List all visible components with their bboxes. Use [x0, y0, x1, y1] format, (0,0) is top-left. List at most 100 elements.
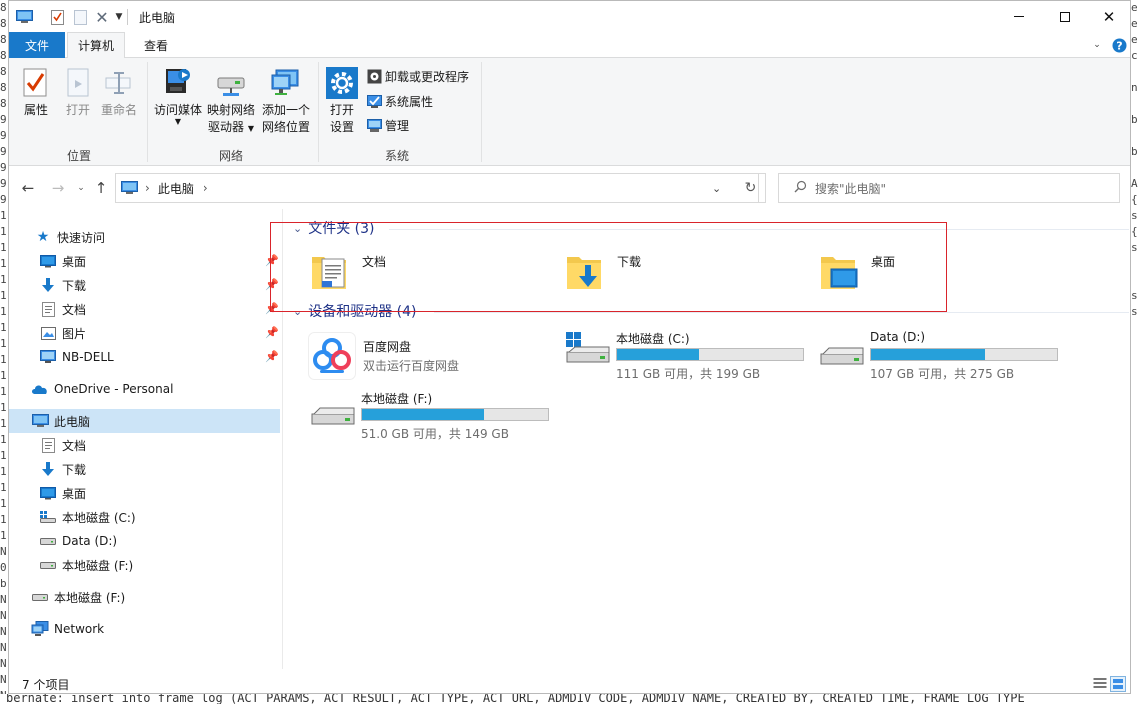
nav-quick-access[interactable]: ★ 快速访问: [34, 225, 105, 249]
add-network-location-button[interactable]: 添加一个 网络位置: [259, 66, 313, 136]
drive-tile[interactable]: Data (D:) 107 GB 可用，共 275 GB: [819, 330, 1069, 384]
recent-locations-button[interactable]: ⌄: [72, 179, 90, 197]
nav-external-drive[interactable]: 本地磁盘 (F:): [31, 585, 125, 609]
bg-char: N: [0, 641, 7, 654]
help-icon[interactable]: ?: [1111, 37, 1127, 53]
new-folder-icon[interactable]: [72, 8, 88, 26]
nav-label: 图片: [62, 326, 87, 341]
folder-downloads[interactable]: 下载: [565, 249, 641, 291]
pin-icon[interactable]: 📌: [265, 326, 279, 339]
nav-label: 本地磁盘 (F:): [62, 558, 134, 573]
breadcrumb-this-pc[interactable]: 此电脑: [158, 180, 194, 197]
computer-icon: [31, 413, 49, 429]
folders-section-header[interactable]: ⌄ 文件夹 (3): [293, 218, 375, 238]
nav-item-pc-1[interactable]: 下载: [39, 457, 86, 481]
background-terminal-bottom: bernate: insert into frame_log (ACT_PARA…: [0, 694, 1139, 704]
collapse-ribbon-icon[interactable]: ⌄: [1089, 37, 1105, 53]
nav-label: NB-DELL: [62, 350, 114, 364]
bg-char: N: [0, 545, 7, 558]
bg-char: N: [0, 657, 7, 670]
properties-label: 属性: [23, 103, 48, 117]
group-separator: [147, 62, 148, 162]
nav-network[interactable]: Network: [31, 617, 104, 641]
nav-item-pc-0[interactable]: 文档: [39, 433, 86, 457]
refresh-button[interactable]: ↻: [736, 173, 766, 203]
system-properties-button[interactable]: 系统属性: [366, 91, 433, 111]
drive-usage-bar: [616, 348, 804, 361]
details-view-button[interactable]: [1092, 676, 1108, 692]
address-bar[interactable]: › 此电脑 › ⌄: [115, 173, 759, 203]
bg-char: A: [1131, 177, 1138, 190]
uninstall-programs-button[interactable]: 卸载或更改程序: [366, 66, 469, 86]
bg-char: 1: [0, 497, 7, 510]
nav-onedrive[interactable]: OneDrive - Personal: [31, 377, 173, 401]
drive-icon: [39, 533, 57, 549]
nav-item-pc-2[interactable]: 桌面: [39, 481, 86, 505]
forward-button[interactable]: →: [49, 179, 67, 197]
properties-button[interactable]: 属性: [19, 66, 53, 119]
nav-item-quick-4[interactable]: NB-DELL: [39, 345, 114, 369]
nav-item-quick-3[interactable]: 图片: [39, 321, 86, 345]
customize-chevron-icon[interactable]: ▼: [114, 8, 124, 26]
file-explorer-window: ✕ ▼ 此电脑 ✕ 文件 计算机 查看 ⌄ ? 属性 打开 重命名 位置 访问媒…: [8, 0, 1131, 694]
tiles-view-button[interactable]: [1110, 676, 1126, 692]
group-system-label: 系统: [384, 149, 409, 163]
manage-button[interactable]: 管理: [366, 115, 409, 135]
pin-icon[interactable]: 📌: [265, 254, 279, 267]
pin-icon[interactable]: 📌: [265, 302, 279, 315]
svg-text:?: ?: [1116, 39, 1122, 52]
nav-item-pc-3[interactable]: 本地磁盘 (C:): [39, 505, 136, 529]
tab-computer[interactable]: 计算机: [67, 32, 125, 59]
nav-item-quick-2[interactable]: 文档: [39, 297, 86, 321]
app-baidu-netdisk[interactable]: 百度网盘 双击运行百度网盘: [308, 330, 538, 382]
nav-label: Data (D:): [62, 534, 118, 548]
back-button[interactable]: ←: [19, 179, 37, 197]
nav-item-quick-0[interactable]: 桌面: [39, 249, 86, 273]
maximize-button[interactable]: [1042, 1, 1088, 32]
delete-icon[interactable]: ✕: [94, 8, 110, 27]
computer-icon[interactable]: [15, 8, 33, 26]
nav-this-pc[interactable]: 此电脑: [9, 409, 280, 433]
devices-section-header[interactable]: ⌄ 设备和驱动器 (4): [293, 301, 417, 321]
downloads-folder-icon: [565, 249, 605, 291]
nav-item-quick-1[interactable]: 下载: [39, 273, 86, 297]
drive-usage-bar: [361, 408, 549, 421]
bg-char: 1: [0, 209, 7, 222]
close-button[interactable]: ✕: [1086, 1, 1130, 32]
pin-icon[interactable]: 📌: [265, 350, 279, 363]
background-terminal-left: 8888888999999111111111111111111111N0bNNN…: [0, 0, 8, 704]
search-box[interactable]: 搜索"此电脑": [778, 173, 1120, 203]
map-network-drive-button[interactable]: 映射网络 驱动器 ▼: [205, 66, 257, 137]
folder-documents[interactable]: 文档: [310, 249, 386, 291]
minimize-button[interactable]: [996, 1, 1042, 32]
up-button[interactable]: ↑: [92, 179, 110, 197]
search-placeholder: 搜索"此电脑": [815, 181, 887, 196]
windows-drive-icon: [565, 330, 611, 369]
access-media-button[interactable]: 访问媒体 ▼: [153, 66, 203, 126]
pin-icon[interactable]: 📌: [265, 278, 279, 291]
open-settings-button[interactable]: 打开 设置: [325, 66, 359, 136]
drive-tile[interactable]: 本地磁盘 (C:) 111 GB 可用，共 199 GB: [565, 330, 815, 384]
open-button[interactable]: 打开: [61, 66, 95, 119]
nav-item-pc-4[interactable]: Data (D:): [39, 529, 117, 553]
rename-button[interactable]: 重命名: [99, 66, 139, 119]
address-dropdown-icon[interactable]: ⌄: [712, 182, 721, 195]
nav-item-pc-5[interactable]: 本地磁盘 (F:): [39, 553, 133, 577]
bg-char: 1: [0, 481, 7, 494]
manage-label: 管理: [385, 118, 410, 133]
open-icon: [62, 66, 94, 100]
uninstall-icon: [366, 68, 382, 84]
bg-char: [1131, 528, 1139, 544]
drive-tile[interactable]: 本地磁盘 (F:) 51.0 GB 可用，共 149 GB: [310, 390, 560, 444]
folder-name: 桌面: [871, 255, 896, 269]
tab-file[interactable]: 文件: [9, 32, 65, 58]
bg-char: 1: [0, 337, 7, 350]
bg-char: [1131, 160, 1139, 176]
bg-char: 8: [0, 97, 7, 110]
nav-label: 下载: [62, 462, 87, 477]
open-settings-label-2: 设置: [329, 120, 354, 134]
folder-desktop[interactable]: 桌面: [819, 249, 895, 291]
tab-view[interactable]: 查看: [129, 32, 183, 58]
properties-icon: [20, 66, 52, 100]
properties-icon[interactable]: [49, 8, 65, 26]
